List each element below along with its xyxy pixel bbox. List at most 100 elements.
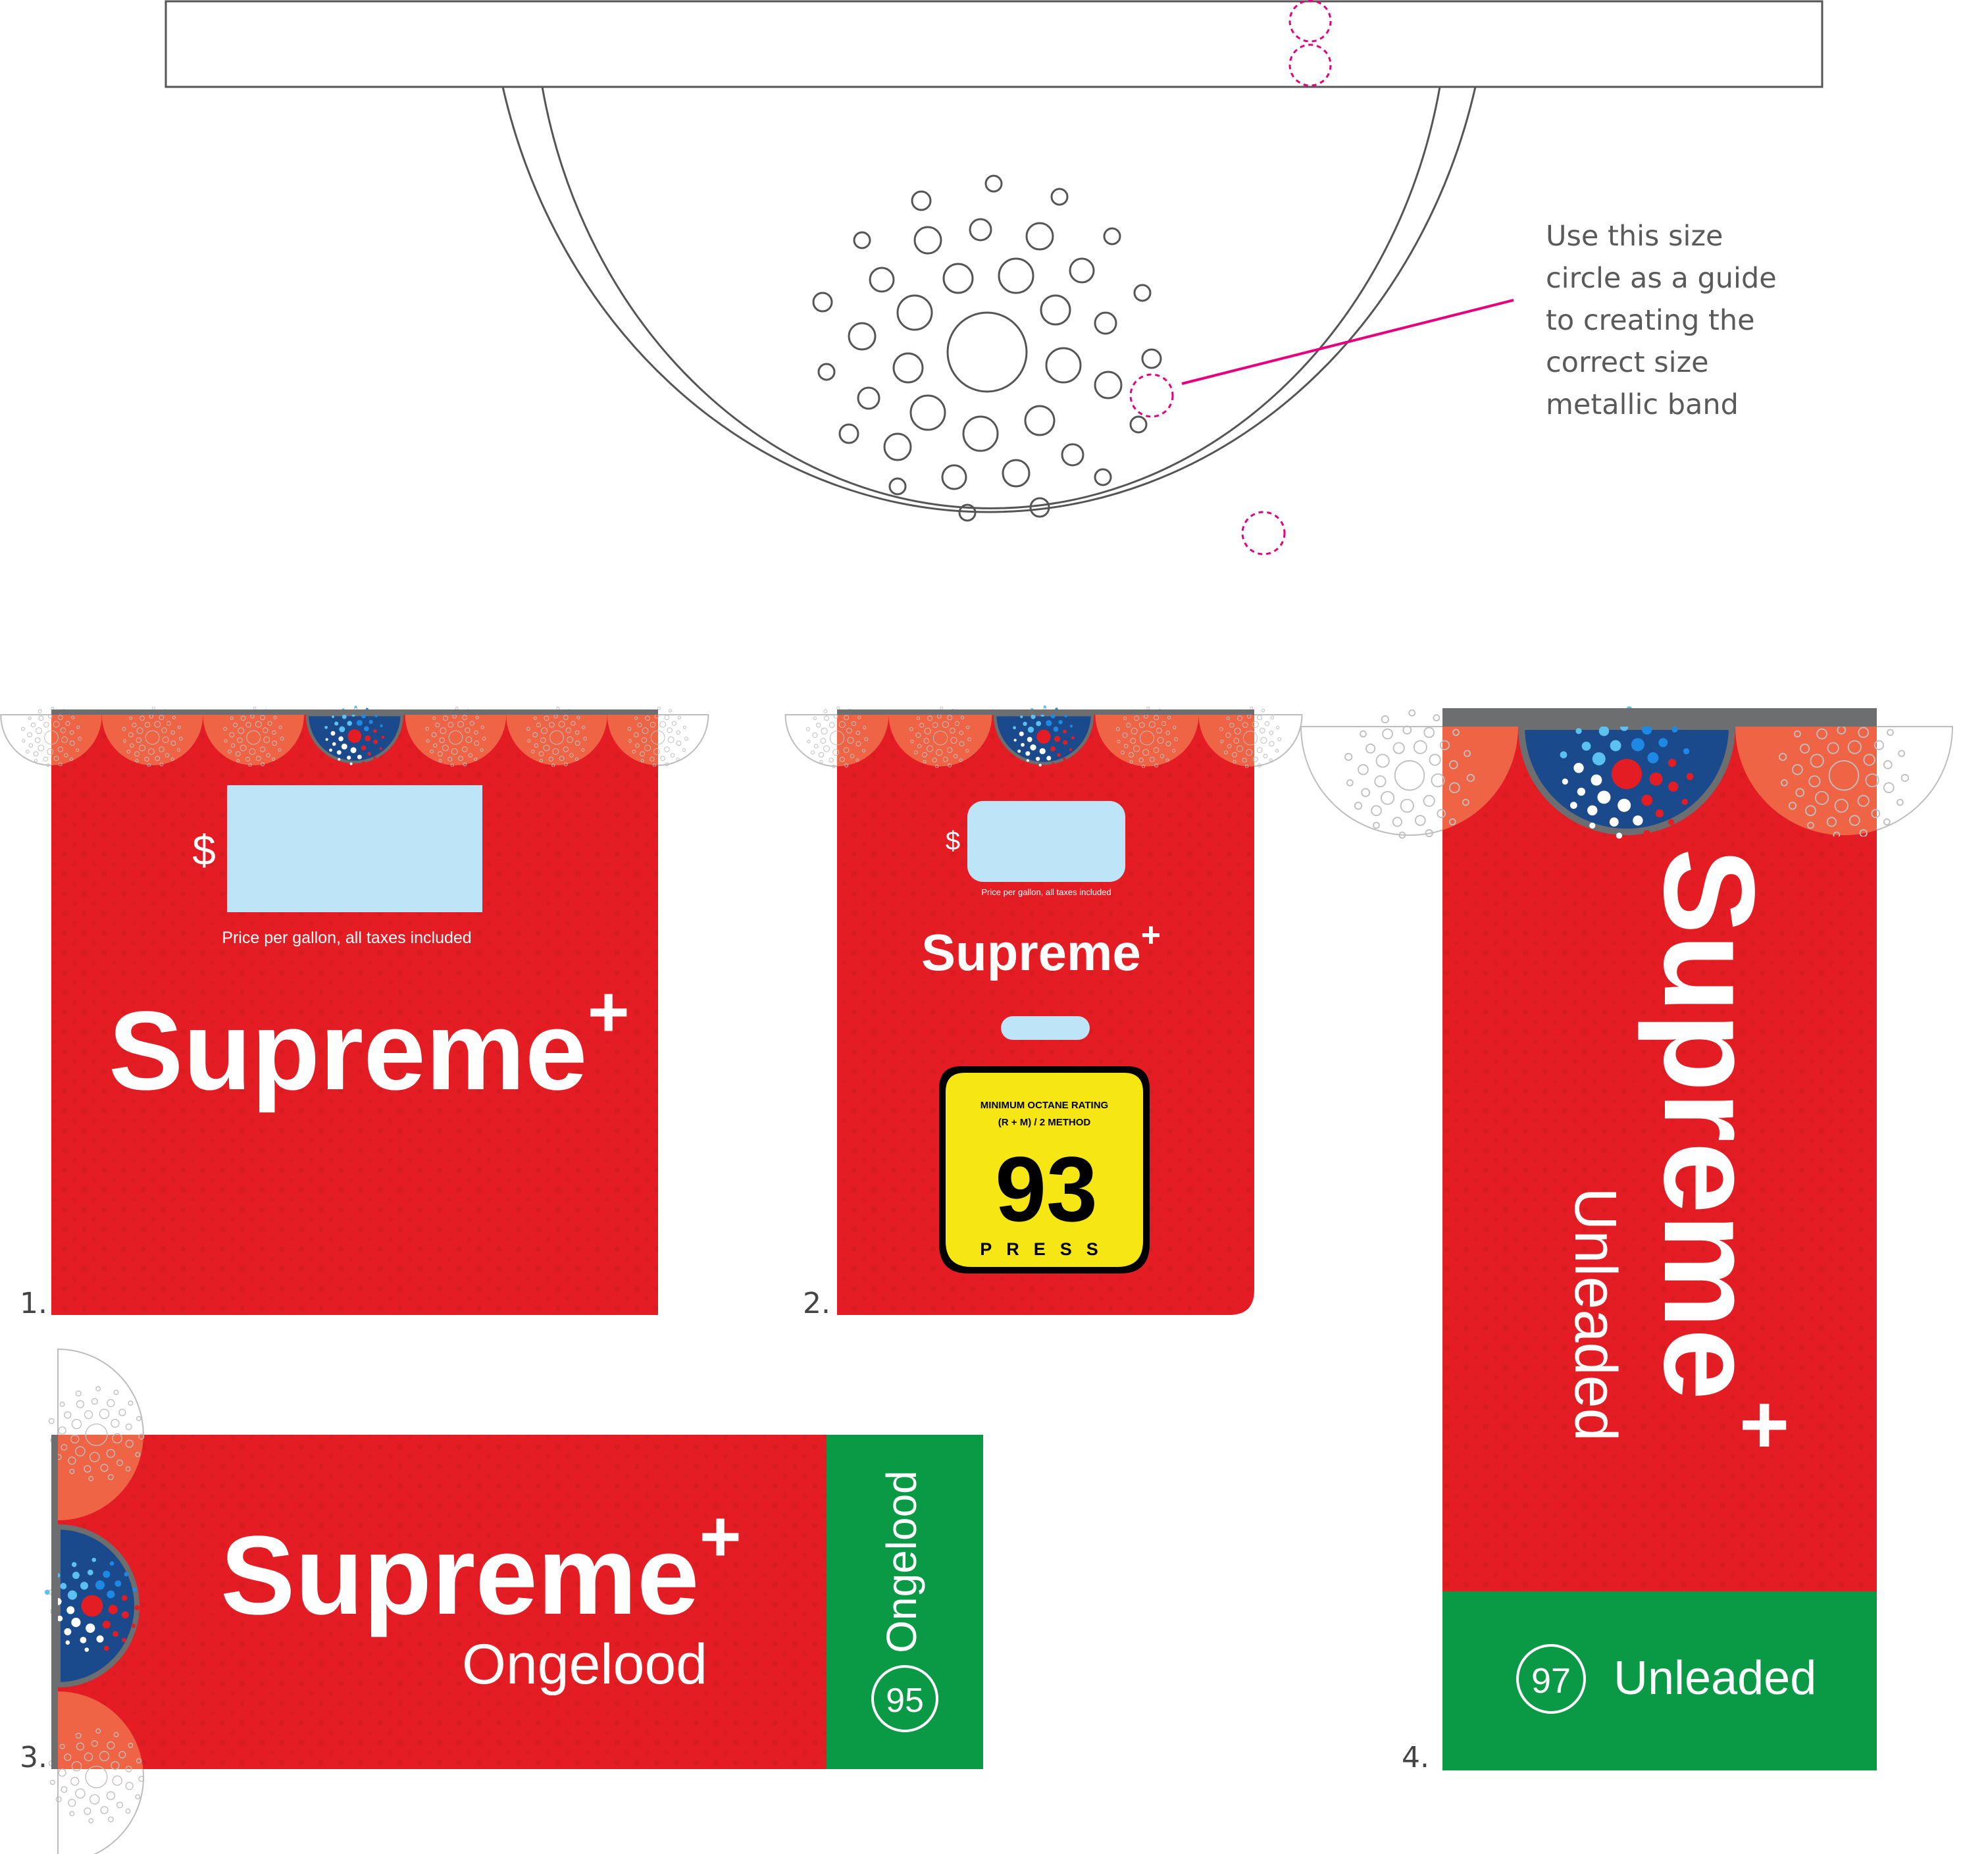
cluster-dot — [1686, 773, 1694, 781]
cluster-dot — [1261, 709, 1265, 713]
cluster-dot — [913, 226, 942, 255]
cluster-dot — [72, 1572, 80, 1580]
cluster-dot — [1069, 257, 1095, 284]
cluster-dot — [1569, 802, 1577, 809]
cluster-dot — [1433, 714, 1440, 722]
cluster-dot — [339, 726, 345, 733]
cluster-dot — [1023, 721, 1027, 726]
cluster-dot — [1064, 714, 1067, 718]
cluster-dot — [51, 706, 55, 710]
cluster-dot — [1250, 706, 1254, 710]
cluster-dot — [869, 267, 895, 293]
cluster-dot — [1658, 738, 1668, 748]
cluster-dot — [1641, 794, 1653, 806]
price-caption: Price per gallon, all taxes included — [222, 929, 471, 947]
cluster-dot — [1025, 751, 1031, 756]
cluster-dot — [65, 1640, 70, 1645]
brand-wordmark: Supreme+ — [921, 916, 1161, 981]
cluster-dot — [1671, 726, 1678, 733]
cluster-dot — [1063, 740, 1068, 745]
cluster-dot — [349, 762, 353, 765]
cluster-dot — [102, 1620, 111, 1629]
cluster-dot — [87, 1569, 93, 1576]
cluster-dot — [1040, 294, 1071, 326]
cluster-dot — [1039, 748, 1046, 754]
panel-number: 2. — [803, 1287, 830, 1320]
cluster-dot — [1069, 725, 1073, 728]
cluster-dot — [374, 714, 378, 718]
cluster-dot — [1587, 805, 1598, 815]
cluster-dot — [1597, 790, 1611, 804]
cluster-dot — [380, 724, 383, 727]
inner-rim — [541, 86, 1441, 509]
cluster-dot — [1560, 751, 1567, 759]
cluster-dot — [362, 761, 366, 765]
cluster-dot — [848, 322, 877, 351]
cluster-dot — [455, 706, 459, 710]
cluster-dot — [84, 1647, 89, 1652]
cluster-dot — [1036, 729, 1051, 744]
octane-method: (R + M) / 2 METHOD — [998, 1117, 1091, 1128]
price-caption: Price per gallon, all taxes included — [981, 887, 1111, 897]
cluster-dot — [1027, 727, 1034, 733]
cluster-dot — [354, 706, 357, 709]
cluster-dot — [911, 190, 932, 211]
cluster-dot — [96, 1635, 104, 1643]
cluster-dot — [1683, 748, 1690, 755]
cluster-dot — [1631, 738, 1644, 752]
cluster-dot — [556, 706, 560, 710]
cluster-dot — [71, 1562, 77, 1568]
cluster-dot — [1408, 709, 1416, 717]
cluster-dot — [81, 1595, 103, 1617]
cluster-dot — [1019, 731, 1024, 736]
cluster-dot — [60, 1583, 67, 1589]
cluster-dot — [107, 1590, 115, 1599]
cluster-dot — [969, 218, 992, 242]
cluster-dot — [103, 1570, 111, 1578]
cluster-dot — [1036, 721, 1042, 727]
cluster-dot — [334, 721, 339, 726]
cluster-dot — [324, 725, 328, 729]
cluster-dot — [1026, 759, 1029, 762]
currency-symbol: $ — [192, 827, 216, 874]
cluster-dot — [1063, 729, 1067, 734]
cluster-dot — [365, 735, 371, 742]
cluster-dot — [1592, 752, 1606, 765]
cluster-dot — [1094, 468, 1112, 486]
cluster-dot — [1381, 715, 1390, 723]
cluster-dot — [1598, 726, 1610, 736]
cluster-dot — [1668, 758, 1677, 767]
grade-name: Unleaded — [1614, 1652, 1816, 1705]
cluster-dot — [330, 731, 336, 736]
cluster-dot — [1668, 781, 1679, 792]
panel-4: Supreme+ Unleaded 97 Unleaded 4. — [1300, 706, 1954, 1774]
cluster-dot — [115, 1580, 122, 1587]
cluster-dot — [108, 1605, 118, 1614]
cluster-dot — [332, 742, 336, 746]
cluster-dot — [325, 738, 328, 741]
cluster-dot — [67, 1590, 78, 1600]
cluster-dot — [379, 747, 382, 750]
cluster-dot — [1002, 459, 1031, 488]
cluster-dot — [1649, 772, 1663, 786]
cluster-dot — [1027, 736, 1032, 742]
cluster-dot — [1030, 744, 1036, 751]
cluster-dot — [1058, 720, 1063, 725]
circle-cluster-logo — [812, 174, 1162, 522]
guide-circle — [1129, 373, 1174, 418]
cluster-dot — [1071, 736, 1075, 740]
cluster-dot — [984, 174, 1003, 193]
cluster-dot — [66, 1606, 75, 1614]
guide-circle — [1288, 43, 1332, 87]
cluster-dot — [1061, 443, 1084, 467]
cluster-dot — [941, 464, 967, 490]
cluster-dot — [44, 1589, 50, 1595]
cluster-dot — [64, 1628, 72, 1635]
cluster-dot — [341, 743, 347, 750]
currency-symbol: $ — [946, 827, 960, 856]
panel-2: $ Price per gallon, all taxes included S… — [784, 705, 1303, 1320]
grade-indicator-pill — [1001, 1016, 1090, 1040]
cluster-dot — [1013, 738, 1017, 742]
cluster-dot — [1031, 714, 1036, 719]
cluster-dot — [1050, 746, 1056, 752]
